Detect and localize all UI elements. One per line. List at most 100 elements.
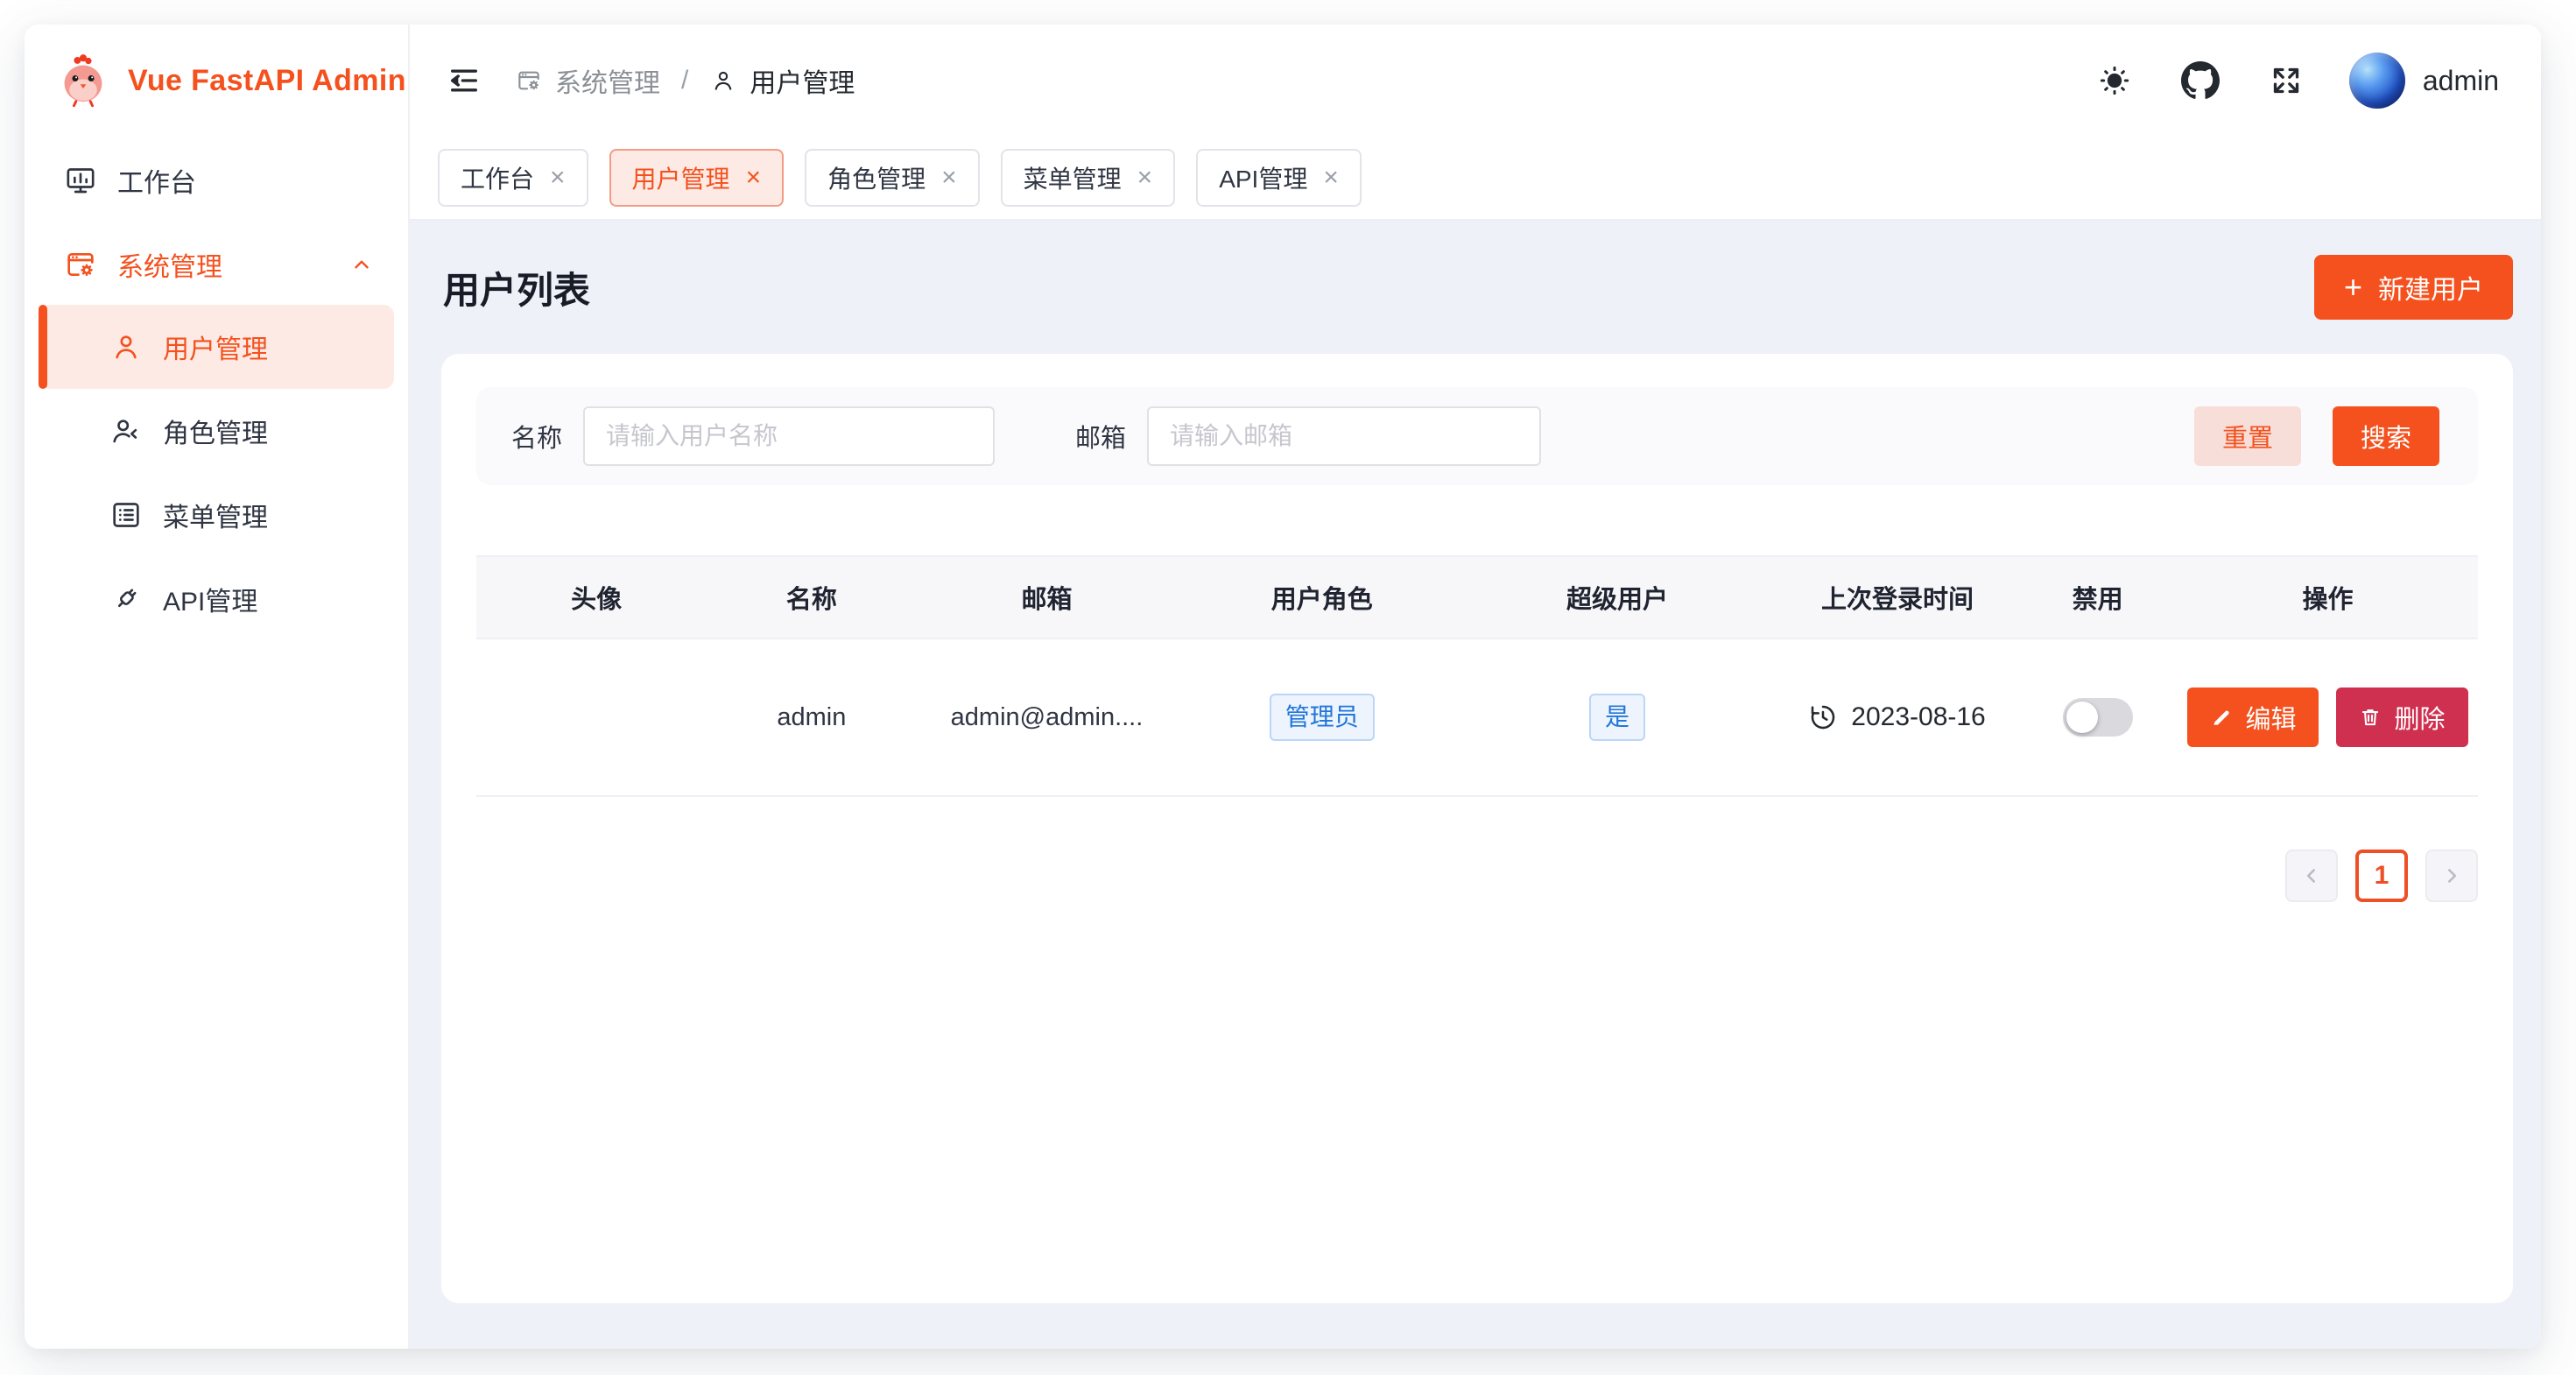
breadcrumb-separator: / (676, 66, 693, 95)
email-cell: admin@admin.... (906, 703, 1186, 732)
column-header-last-login: 上次登录时间 (1777, 579, 2017, 616)
logo[interactable]: Vue FastAPI Admin (25, 25, 408, 137)
tab-label: 用户管理 (632, 160, 730, 195)
sidebar-item-label: 系统管理 (117, 245, 222, 284)
column-header-disabled: 禁用 (2017, 579, 2178, 616)
chevron-left-icon (2300, 864, 2323, 887)
search-button[interactable]: 搜索 (2333, 406, 2439, 466)
main-area: 用户列表 + 新建用户 名称 邮箱 重置 搜索 (410, 221, 2541, 1349)
sidebar-item-label: 菜单管理 (163, 496, 268, 534)
user-icon (109, 329, 144, 364)
new-user-button[interactable]: + 新建用户 (2314, 255, 2513, 320)
tab-menu-management[interactable]: 菜单管理 × (1001, 149, 1176, 207)
table-header-row: 头像 名称 邮箱 用户角色 超级用户 上次登录时间 禁用 操作 (476, 555, 2478, 639)
breadcrumb-label: 用户管理 (750, 61, 855, 100)
sidebar-item-system[interactable]: 系统管理 (39, 228, 394, 301)
fullscreen-icon[interactable] (2263, 58, 2309, 103)
filter-bar: 名称 邮箱 重置 搜索 (476, 387, 2478, 485)
tabbar: 工作台 × 用户管理 × 角色管理 × 菜单管理 × API管理 × (410, 137, 2541, 221)
actions-cell: 编辑 删除 (2178, 688, 2478, 747)
plus-icon: + (2344, 271, 2362, 303)
last-login-value: 2023-08-16 (1851, 702, 1985, 732)
column-header-actions: 操作 (2178, 579, 2478, 616)
clock-history-icon (1809, 703, 1837, 731)
close-icon[interactable]: × (1323, 165, 1339, 191)
user-icon (709, 67, 737, 95)
tab-workbench[interactable]: 工作台 × (438, 149, 588, 207)
prev-page-button[interactable] (2285, 850, 2338, 902)
superuser-badge: 是 (1589, 694, 1645, 741)
column-header-superuser: 超级用户 (1457, 579, 1777, 616)
trash-icon (2359, 706, 2382, 729)
app-title: Vue FastAPI Admin (128, 64, 406, 98)
column-header-role: 用户角色 (1187, 579, 1458, 616)
system-window-icon (63, 247, 98, 282)
topbar-right: admin (2092, 53, 2499, 109)
github-icon[interactable] (2178, 58, 2223, 103)
pagination: 1 (476, 850, 2478, 902)
close-icon[interactable]: × (1137, 165, 1153, 191)
sidebar-item-menu-management[interactable]: 菜单管理 (39, 473, 394, 557)
sidebar-menu: 工作台 系统管理 (25, 137, 408, 641)
sidebar-item-label: 工作台 (117, 161, 196, 200)
column-header-name: 名称 (716, 579, 906, 616)
page-header: 用户列表 + 新建用户 (410, 221, 2541, 354)
app-window: Vue FastAPI Admin 工作台 (25, 25, 2541, 1349)
tab-api-management[interactable]: API管理 × (1196, 149, 1362, 207)
last-login-cell: 2023-08-16 (1777, 702, 2017, 732)
new-user-label: 新建用户 (2378, 268, 2483, 307)
system-window-icon (515, 67, 543, 95)
sidebar-item-label: 角色管理 (163, 412, 268, 450)
menu-list-icon (109, 497, 144, 532)
breadcrumb: 系统管理 / 用户管理 (515, 61, 855, 100)
pencil-icon (2210, 706, 2233, 729)
close-icon[interactable]: × (941, 165, 957, 191)
sidebar-item-role-management[interactable]: 角色管理 (39, 389, 394, 473)
name-filter-input[interactable] (583, 406, 995, 466)
next-page-button[interactable] (2425, 850, 2478, 902)
tab-label: 工作台 (461, 160, 534, 195)
delete-button[interactable]: 删除 (2336, 688, 2467, 747)
role-icon (109, 413, 144, 448)
email-filter-input[interactable] (1147, 406, 1541, 466)
edit-button[interactable]: 编辑 (2187, 688, 2319, 747)
close-icon[interactable]: × (550, 165, 566, 191)
tab-user-management[interactable]: 用户管理 × (609, 149, 785, 207)
monitor-icon (63, 163, 98, 198)
name-filter-label: 名称 (511, 418, 562, 455)
breadcrumb-label: 系统管理 (555, 61, 660, 100)
name-cell: admin (716, 703, 906, 732)
tab-role-management[interactable]: 角色管理 × (805, 149, 980, 207)
superuser-cell: 是 (1457, 694, 1777, 741)
sidebar-item-label: 用户管理 (163, 328, 268, 366)
disabled-toggle[interactable] (2063, 698, 2133, 737)
user-menu[interactable]: admin (2349, 53, 2499, 109)
chick-logo-icon (54, 52, 112, 109)
content-column: 系统管理 / 用户管理 (410, 25, 2541, 1349)
sidebar-item-user-management[interactable]: 用户管理 (39, 305, 394, 389)
reset-button[interactable]: 重置 (2194, 406, 2301, 466)
close-icon[interactable]: × (746, 165, 762, 191)
page-number-1[interactable]: 1 (2355, 850, 2408, 902)
sidebar-item-workbench[interactable]: 工作台 (39, 144, 394, 217)
breadcrumb-item-system[interactable]: 系统管理 (515, 61, 660, 100)
page-title: 用户列表 (443, 261, 590, 314)
collapse-sidebar-icon[interactable] (438, 54, 490, 107)
chevron-right-icon (2440, 864, 2463, 887)
breadcrumb-item-user[interactable]: 用户管理 (709, 61, 855, 100)
disabled-cell (2017, 698, 2178, 737)
page: Vue FastAPI Admin 工作台 (0, 0, 2576, 1375)
edit-label: 编辑 (2245, 699, 2296, 736)
theme-sun-icon[interactable] (2092, 58, 2137, 103)
delete-label: 删除 (2394, 699, 2445, 736)
column-header-avatar: 头像 (476, 579, 716, 616)
sidebar-item-api-management[interactable]: API管理 (39, 557, 394, 641)
avatar (2349, 53, 2405, 109)
chevron-up-icon (350, 253, 373, 276)
role-cell: 管理员 (1187, 694, 1458, 741)
email-filter-label: 邮箱 (1075, 418, 1126, 455)
tab-label: API管理 (1219, 160, 1307, 195)
sidebar-item-label: API管理 (163, 580, 257, 618)
content-card: 名称 邮箱 重置 搜索 头像 名称 邮箱 用 (441, 354, 2513, 1303)
tab-label: 角色管理 (827, 160, 926, 195)
